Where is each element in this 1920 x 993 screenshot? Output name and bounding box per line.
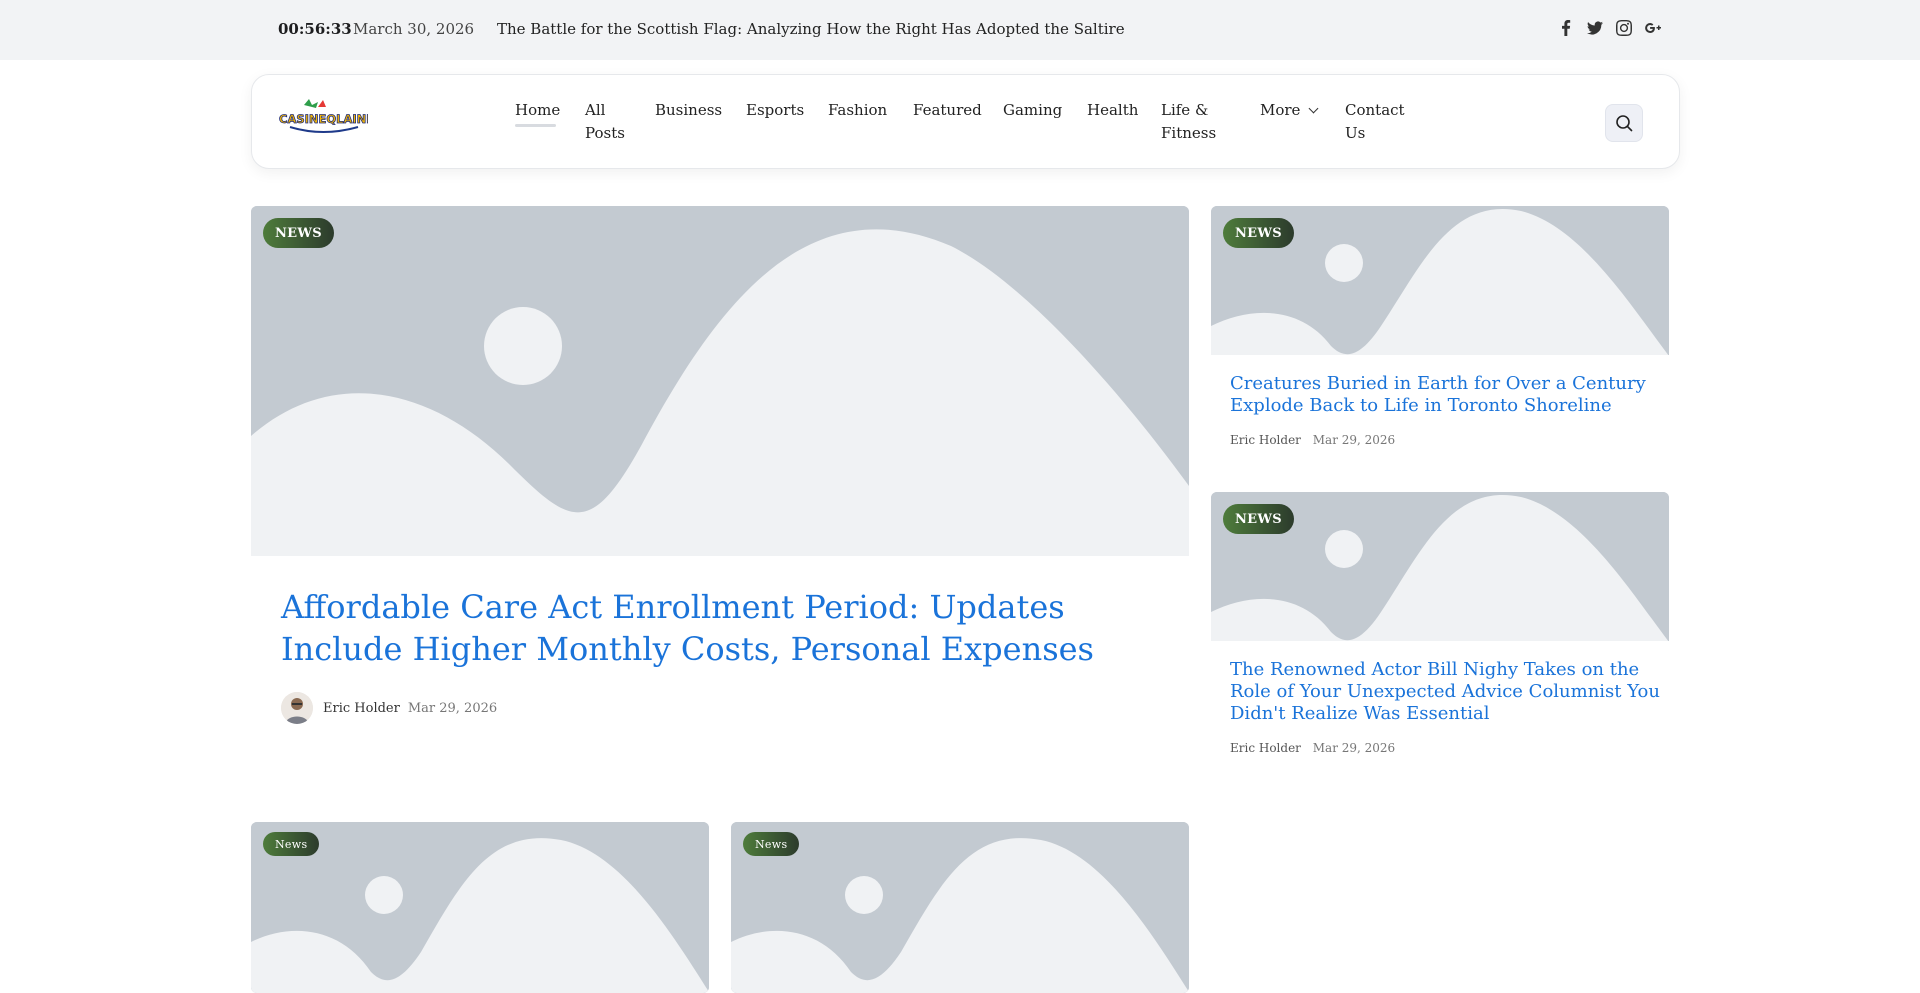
author-name[interactable]: Eric Holder bbox=[1230, 433, 1301, 447]
nav-item-more[interactable]: More bbox=[1260, 99, 1319, 122]
nav-item-fashion[interactable]: Fashion bbox=[828, 99, 887, 122]
author-name[interactable]: Eric Holder bbox=[1230, 741, 1301, 755]
grid-post[interactable]: News bbox=[731, 822, 1189, 993]
post-date: Mar 29, 2026 bbox=[1312, 433, 1396, 447]
featured-image-placeholder[interactable] bbox=[251, 206, 1189, 556]
featured-post[interactable]: NEWS Affordable Care Act Enrollment Peri… bbox=[251, 206, 1189, 746]
post-date: Mar 29, 2026 bbox=[407, 700, 498, 716]
instagram-icon[interactable] bbox=[1614, 17, 1633, 39]
nav-more-label: More bbox=[1260, 101, 1301, 119]
site-header: CASINEQLAINE Home All Posts Business Esp… bbox=[251, 74, 1680, 169]
main-nav: Home All Posts Business Esports Fashion … bbox=[252, 75, 1679, 168]
search-button[interactable] bbox=[1605, 104, 1643, 142]
nav-item-featured[interactable]: Featured bbox=[913, 99, 982, 122]
news-ticker[interactable]: The Battle for the Scottish Flag: Analyz… bbox=[497, 20, 1125, 38]
post-date: Mar 29, 2026 bbox=[1312, 741, 1396, 755]
nav-item-gaming[interactable]: Gaming bbox=[1003, 99, 1062, 122]
grid-image-placeholder[interactable] bbox=[731, 822, 1189, 993]
side-post-meta: Eric Holder Mar 29, 2026 bbox=[1230, 741, 1395, 755]
author-name[interactable]: Eric Holder bbox=[323, 701, 400, 716]
nav-item-life-fitness[interactable]: Life & Fitness bbox=[1161, 99, 1226, 145]
nav-item-contact-us[interactable]: Contact Us bbox=[1345, 99, 1410, 145]
nav-item-all-posts[interactable]: All Posts bbox=[585, 99, 635, 145]
chevron-down-icon bbox=[1308, 103, 1319, 114]
side-post-meta: Eric Holder Mar 29, 2026 bbox=[1230, 433, 1395, 447]
side-post[interactable]: NEWS Creatures Buried in Earth for Over … bbox=[1211, 206, 1669, 466]
top-bar: 00:56:33 March 30, 2026 The Battle for t… bbox=[0, 0, 1920, 60]
social-links bbox=[1556, 17, 1662, 39]
featured-title[interactable]: Affordable Care Act Enrollment Period: U… bbox=[281, 586, 1121, 670]
grid-image-placeholder[interactable] bbox=[251, 822, 709, 993]
category-badge[interactable]: NEWS bbox=[1223, 504, 1294, 534]
google-plus-icon[interactable] bbox=[1643, 17, 1662, 39]
category-badge[interactable]: News bbox=[263, 832, 320, 856]
category-badge[interactable]: NEWS bbox=[263, 218, 334, 248]
facebook-icon[interactable] bbox=[1556, 17, 1575, 39]
side-post-title[interactable]: Creatures Buried in Earth for Over a Cen… bbox=[1230, 373, 1660, 417]
avatar[interactable] bbox=[281, 692, 313, 724]
category-badge[interactable]: NEWS bbox=[1223, 218, 1294, 248]
current-date: March 30, 2026 bbox=[353, 20, 475, 38]
nav-item-business[interactable]: Business bbox=[655, 99, 722, 122]
side-post[interactable]: NEWS The Renowned Actor Bill Nighy Takes… bbox=[1211, 492, 1669, 772]
featured-meta: Eric Holder Mar 29, 2026 bbox=[281, 692, 497, 724]
category-badge[interactable]: News bbox=[743, 832, 800, 856]
nav-item-home[interactable]: Home bbox=[515, 99, 560, 127]
twitter-icon[interactable] bbox=[1585, 17, 1604, 39]
clock-time: 00:56:33 bbox=[278, 20, 352, 38]
grid-post[interactable]: News bbox=[251, 822, 709, 993]
search-icon bbox=[1616, 115, 1633, 132]
nav-item-esports[interactable]: Esports bbox=[746, 99, 804, 122]
side-post-title[interactable]: The Renowned Actor Bill Nighy Takes on t… bbox=[1230, 659, 1660, 725]
nav-item-health[interactable]: Health bbox=[1087, 99, 1138, 122]
